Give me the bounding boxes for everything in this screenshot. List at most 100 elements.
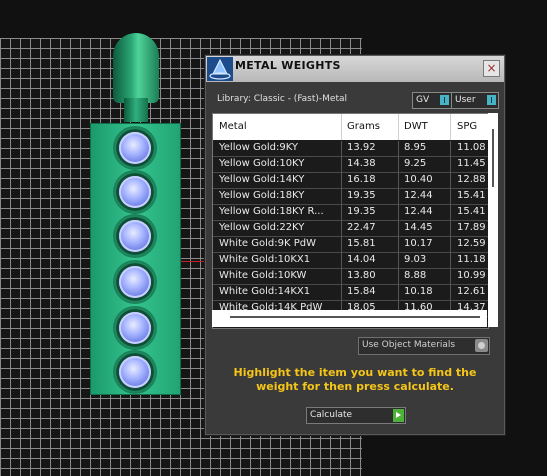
use-object-materials-option[interactable]: Use Object Materials xyxy=(358,337,490,355)
column-divider xyxy=(341,189,342,205)
calculate-label: Calculate xyxy=(310,410,353,420)
column-divider xyxy=(450,205,451,221)
gem-setting xyxy=(113,306,157,350)
close-button[interactable]: × xyxy=(483,60,500,77)
spg-cell: 12.88 xyxy=(457,174,486,185)
spg-cell: 15.41 xyxy=(457,190,486,201)
instruction-text: Highlight the item you want to find the … xyxy=(233,366,477,393)
app-logo-icon xyxy=(207,57,233,81)
vertical-scroll-thumb[interactable] xyxy=(492,129,494,187)
column-divider xyxy=(398,205,399,221)
column-divider xyxy=(341,269,342,285)
column-divider xyxy=(341,173,342,189)
play-arrow-icon xyxy=(393,409,404,422)
dwt-cell: 12.44 xyxy=(404,206,433,217)
column-divider xyxy=(398,189,399,205)
spg-cell: 10.99 xyxy=(457,270,486,281)
column-divider xyxy=(398,253,399,269)
column-divider xyxy=(341,285,342,301)
column-divider xyxy=(450,114,451,140)
gem-stone xyxy=(119,132,151,164)
column-divider xyxy=(450,189,451,205)
column-divider xyxy=(450,173,451,189)
toggle-icon xyxy=(487,95,496,105)
library-label: Library: Classic - (Fast)-Metal xyxy=(217,94,348,104)
metal-cell: Yellow Gold:18KY R... xyxy=(219,206,324,217)
horizontal-scroll-thumb[interactable] xyxy=(230,316,480,318)
user-toggle-button[interactable]: User xyxy=(451,92,499,109)
table-row[interactable]: White Gold:9K PdW 15.81 10.17 12.59 xyxy=(213,237,488,253)
vertical-scrollbar[interactable] xyxy=(488,113,498,327)
column-divider xyxy=(398,221,399,237)
column-divider xyxy=(398,114,399,140)
metal-cell: Yellow Gold:18KY xyxy=(219,190,305,201)
radio-icon[interactable] xyxy=(475,339,488,352)
horizontal-scrollbar[interactable] xyxy=(212,310,487,327)
grams-cell: 19.35 xyxy=(347,190,376,201)
gem-setting xyxy=(113,214,157,258)
dwt-cell: 8.95 xyxy=(404,142,427,153)
column-header-metal[interactable]: Metal xyxy=(219,121,247,132)
pendant-model[interactable] xyxy=(90,123,181,395)
spg-cell: 15.41 xyxy=(457,206,486,217)
column-divider xyxy=(341,237,342,253)
column-divider xyxy=(398,141,399,157)
pendant-bail[interactable] xyxy=(113,33,159,103)
spg-cell: 11.18 xyxy=(457,254,486,265)
close-icon: × xyxy=(486,61,497,75)
table-row[interactable]: White Gold:10KW 13.80 8.88 10.99 xyxy=(213,269,488,285)
table-row[interactable]: Yellow Gold:18KY 19.35 12.44 15.41 xyxy=(213,189,488,205)
column-divider xyxy=(450,269,451,285)
grams-cell: 14.04 xyxy=(347,254,376,265)
column-divider xyxy=(341,157,342,173)
dwt-cell: 12.44 xyxy=(404,190,433,201)
metal-weights-dialog: METAL WEIGHTS × Library: Classic - (Fast… xyxy=(205,55,505,435)
metal-weights-table[interactable]: Metal Grams DWT SPG Yellow Gold:9KY 13.92… xyxy=(212,113,489,329)
grams-cell: 16.18 xyxy=(347,174,376,185)
column-divider xyxy=(398,269,399,285)
grams-cell: 19.35 xyxy=(347,206,376,217)
table-row[interactable]: Yellow Gold:22KY 22.47 14.45 17.89 xyxy=(213,221,488,237)
user-label: User xyxy=(455,95,476,105)
grams-cell: 14.38 xyxy=(347,158,376,169)
spg-cell: 12.59 xyxy=(457,238,486,249)
grams-cell: 15.84 xyxy=(347,286,376,297)
column-header-grams[interactable]: Grams xyxy=(347,121,380,132)
column-divider xyxy=(341,141,342,157)
grams-cell: 15.81 xyxy=(347,238,376,249)
gem-setting xyxy=(113,170,157,214)
column-divider xyxy=(341,114,342,140)
column-divider xyxy=(450,141,451,157)
table-row[interactable]: Yellow Gold:14KY 16.18 10.40 12.88 xyxy=(213,173,488,189)
column-header-spg[interactable]: SPG xyxy=(457,121,477,132)
gem-stone xyxy=(119,176,151,208)
column-divider xyxy=(398,157,399,173)
table-header: Metal Grams DWT SPG xyxy=(213,114,488,140)
calculate-button[interactable]: Calculate xyxy=(306,407,406,424)
gv-toggle-button[interactable]: GV xyxy=(412,92,452,109)
grams-cell: 22.47 xyxy=(347,222,376,233)
table-row[interactable]: Yellow Gold:18KY R... 19.35 12.44 15.41 xyxy=(213,205,488,221)
metal-cell: Yellow Gold:10KY xyxy=(219,158,305,169)
spg-cell: 11.08 xyxy=(457,142,486,153)
grams-cell: 13.92 xyxy=(347,142,376,153)
spg-cell: 11.45 xyxy=(457,158,486,169)
column-divider xyxy=(450,237,451,253)
metal-cell: Yellow Gold:22KY xyxy=(219,222,305,233)
gem-stone xyxy=(119,312,151,344)
use-object-materials-label: Use Object Materials xyxy=(362,340,456,350)
table-row[interactable]: White Gold:14KX1 15.84 10.18 12.61 xyxy=(213,285,488,301)
column-header-dwt[interactable]: DWT xyxy=(404,121,428,132)
column-divider xyxy=(398,285,399,301)
toggle-icon xyxy=(440,95,449,105)
table-row[interactable]: White Gold:10KX1 14.04 9.03 11.18 xyxy=(213,253,488,269)
table-row[interactable]: Yellow Gold:10KY 14.38 9.25 11.45 xyxy=(213,157,488,173)
table-row[interactable]: Yellow Gold:9KY 13.92 8.95 11.08 xyxy=(213,141,488,157)
dwt-cell: 8.88 xyxy=(404,270,427,281)
dialog-titlebar[interactable]: METAL WEIGHTS × xyxy=(206,56,504,82)
dwt-cell: 9.03 xyxy=(404,254,427,265)
metal-cell: Yellow Gold:14KY xyxy=(219,174,305,185)
column-divider xyxy=(450,253,451,269)
dwt-cell: 14.45 xyxy=(404,222,433,233)
dwt-cell: 10.40 xyxy=(404,174,433,185)
